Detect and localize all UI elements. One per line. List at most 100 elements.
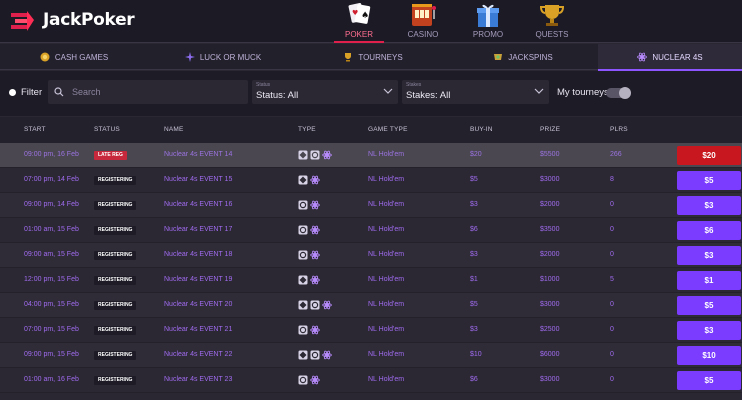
table-row[interactable]: 07:00 pm, 14 Feb REGISTERING Nuclear 4s … xyxy=(0,168,742,193)
register-button[interactable]: $10 xyxy=(677,346,741,365)
col-prize[interactable]: PRIZE xyxy=(540,126,560,133)
rebuy-icon xyxy=(298,375,308,385)
players: 266 xyxy=(610,151,622,158)
stakes-select-value: Stakes: All xyxy=(406,90,451,101)
brand-logo[interactable]: JackPoker xyxy=(7,5,135,35)
prize: $1000 xyxy=(540,276,560,283)
nav-casino[interactable]: CASINO xyxy=(395,0,451,43)
trophy-small-icon xyxy=(345,53,352,62)
register-button[interactable]: $5 xyxy=(677,171,741,190)
col-start[interactable]: START xyxy=(24,126,46,133)
filter-toggle[interactable]: Filter xyxy=(9,87,42,98)
tab-nuclear-4s[interactable]: NUCLEAR 4S xyxy=(598,44,742,71)
buy-in: $5 xyxy=(470,301,478,308)
table-row[interactable]: 04:00 pm, 15 Feb REGISTERING Nuclear 4s … xyxy=(0,293,742,318)
tourney-name: Nuclear 4s EVENT 19 xyxy=(164,276,233,283)
type-icons xyxy=(298,250,320,260)
type-icons xyxy=(298,150,332,160)
stakes-select[interactable]: Stakes Stakes: All xyxy=(402,80,549,104)
poker-cards-icon: ♠ ♥ xyxy=(348,3,371,24)
prize: $3000 xyxy=(540,301,560,308)
col-plrs[interactable]: PLRS xyxy=(610,126,628,133)
players: 0 xyxy=(610,226,614,233)
search-box[interactable] xyxy=(48,80,248,104)
nuclear-icon xyxy=(322,350,332,360)
toggle-knob xyxy=(619,87,631,99)
status-select[interactable]: Status Status: All xyxy=(252,80,398,104)
prize: $5500 xyxy=(540,151,560,158)
my-tourneys-toggle[interactable] xyxy=(606,87,631,99)
players: 0 xyxy=(610,326,614,333)
game-type: NL Hold'em xyxy=(368,176,405,183)
players: 0 xyxy=(610,376,614,383)
status-badge: REGISTERING xyxy=(94,226,137,235)
tourney-name: Nuclear 4s EVENT 16 xyxy=(164,201,233,208)
tourney-name: Nuclear 4s EVENT 14 xyxy=(164,151,233,158)
knockout-icon xyxy=(298,275,308,285)
register-button[interactable]: $6 xyxy=(677,221,741,240)
spin-icon xyxy=(494,54,503,60)
register-button[interactable]: $5 xyxy=(677,296,741,315)
register-button[interactable]: $3 xyxy=(677,196,741,215)
nuclear-icon xyxy=(310,200,320,210)
start-time: 12:00 pm, 15 Feb xyxy=(24,276,79,283)
status-badge: REGISTERING xyxy=(94,326,137,335)
table-row[interactable]: 09:00 pm, 14 Feb REGISTERING Nuclear 4s … xyxy=(0,193,742,218)
nuclear-icon xyxy=(637,52,648,62)
knockout-icon xyxy=(298,300,308,310)
nav-poker[interactable]: ♠ ♥ POKER xyxy=(331,0,387,43)
nav-casino-label: CASINO xyxy=(407,30,439,39)
status-badge: REGISTERING xyxy=(94,351,137,360)
prize: $3000 xyxy=(540,176,560,183)
col-type[interactable]: TYPE xyxy=(298,126,316,133)
register-button[interactable]: $20 xyxy=(677,146,741,165)
col-name[interactable]: NAME xyxy=(164,126,184,133)
col-buy-in[interactable]: BUY-IN xyxy=(470,126,493,133)
buy-in: $6 xyxy=(470,226,478,233)
tourney-name: Nuclear 4s EVENT 18 xyxy=(164,251,233,258)
tab-cash-games-label: CASH GAMES xyxy=(54,52,109,62)
table-row[interactable]: 09:00 am, 15 Feb REGISTERING Nuclear 4s … xyxy=(0,243,742,268)
table-row[interactable]: 09:00 pm, 15 Feb REGISTERING Nuclear 4s … xyxy=(0,343,742,368)
tab-tourneys[interactable]: TOURNEYS xyxy=(298,44,448,70)
type-icons xyxy=(298,225,320,235)
game-type: NL Hold'em xyxy=(368,276,405,283)
type-icons xyxy=(298,350,332,360)
type-icons xyxy=(298,175,320,185)
trophy-icon xyxy=(539,5,565,26)
table-row[interactable]: 01:00 am, 15 Feb REGISTERING Nuclear 4s … xyxy=(0,218,742,243)
players: 8 xyxy=(610,176,614,183)
buy-in: $5 xyxy=(470,176,478,183)
start-time: 07:00 pm, 14 Feb xyxy=(24,176,79,183)
register-button[interactable]: $3 xyxy=(677,321,741,340)
register-button[interactable]: $1 xyxy=(677,271,741,290)
buy-in: $10 xyxy=(470,351,482,358)
register-button[interactable]: $5 xyxy=(677,371,741,390)
nav-promo-label: PROMO xyxy=(472,30,504,39)
status-badge: REGISTERING xyxy=(94,201,137,210)
tab-jackspins[interactable]: JACKSPINS xyxy=(448,44,598,70)
nav-promo[interactable]: PROMO xyxy=(460,0,516,43)
nav-quests[interactable]: QUESTS xyxy=(524,0,580,43)
game-type: NL Hold'em xyxy=(368,226,405,233)
table-row[interactable]: 09:00 pm, 16 Feb LATE REG Nuclear 4s EVE… xyxy=(0,143,742,168)
game-type: NL Hold'em xyxy=(368,301,405,308)
rebuy-icon xyxy=(298,325,308,335)
search-icon xyxy=(54,87,64,97)
start-time: 09:00 pm, 16 Feb xyxy=(24,151,79,158)
search-input[interactable] xyxy=(72,87,232,97)
buy-in: $3 xyxy=(470,326,478,333)
table-row[interactable]: 01:00 am, 16 Feb REGISTERING Nuclear 4s … xyxy=(0,368,742,393)
col-status[interactable]: STATUS xyxy=(94,126,120,133)
knockout-icon xyxy=(298,350,308,360)
nuclear-icon xyxy=(310,275,320,285)
rebuy-icon xyxy=(298,250,308,260)
status-badge: REGISTERING xyxy=(94,251,137,260)
col-game-type[interactable]: GAME TYPE xyxy=(368,126,408,133)
table-row[interactable]: 12:00 pm, 15 Feb REGISTERING Nuclear 4s … xyxy=(0,268,742,293)
type-icons xyxy=(298,375,320,385)
tab-cash-games[interactable]: CASH GAMES xyxy=(0,44,148,70)
register-button[interactable]: $3 xyxy=(677,246,741,265)
tab-luck-or-muck[interactable]: LUCK OR MUCK xyxy=(148,44,298,70)
table-row[interactable]: 07:00 pm, 15 Feb REGISTERING Nuclear 4s … xyxy=(0,318,742,343)
